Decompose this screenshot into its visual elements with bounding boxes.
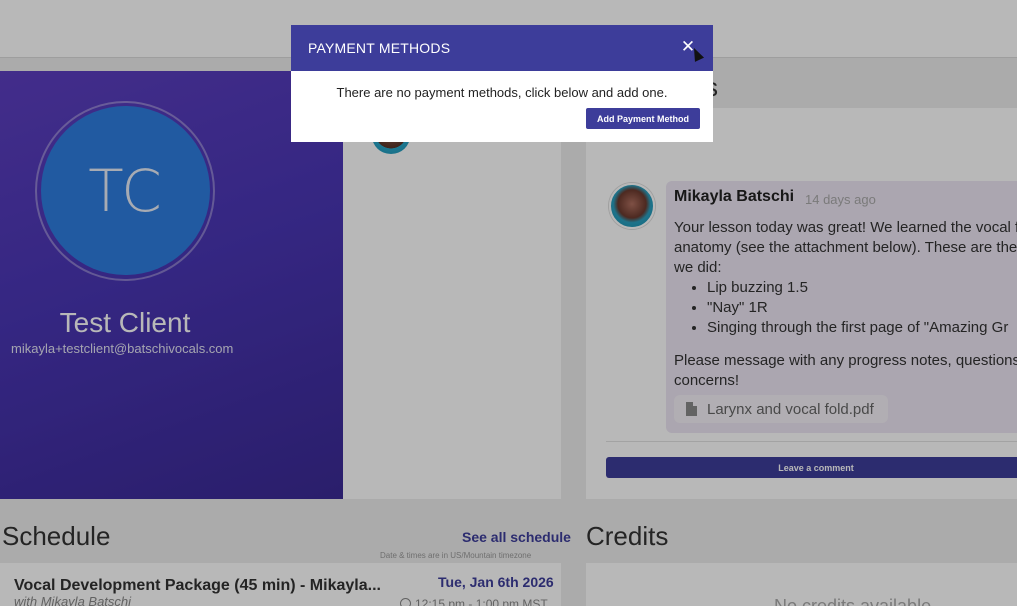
modal-message: There are no payment methods, click belo… xyxy=(336,85,668,100)
modal-title: PAYMENT METHODS xyxy=(308,40,451,56)
payment-methods-modal: PAYMENT METHODS ✕ There are no payment m… xyxy=(291,25,713,142)
modal-header: PAYMENT METHODS ✕ xyxy=(291,25,713,71)
add-payment-method-button[interactable]: Add Payment Method xyxy=(586,108,700,129)
